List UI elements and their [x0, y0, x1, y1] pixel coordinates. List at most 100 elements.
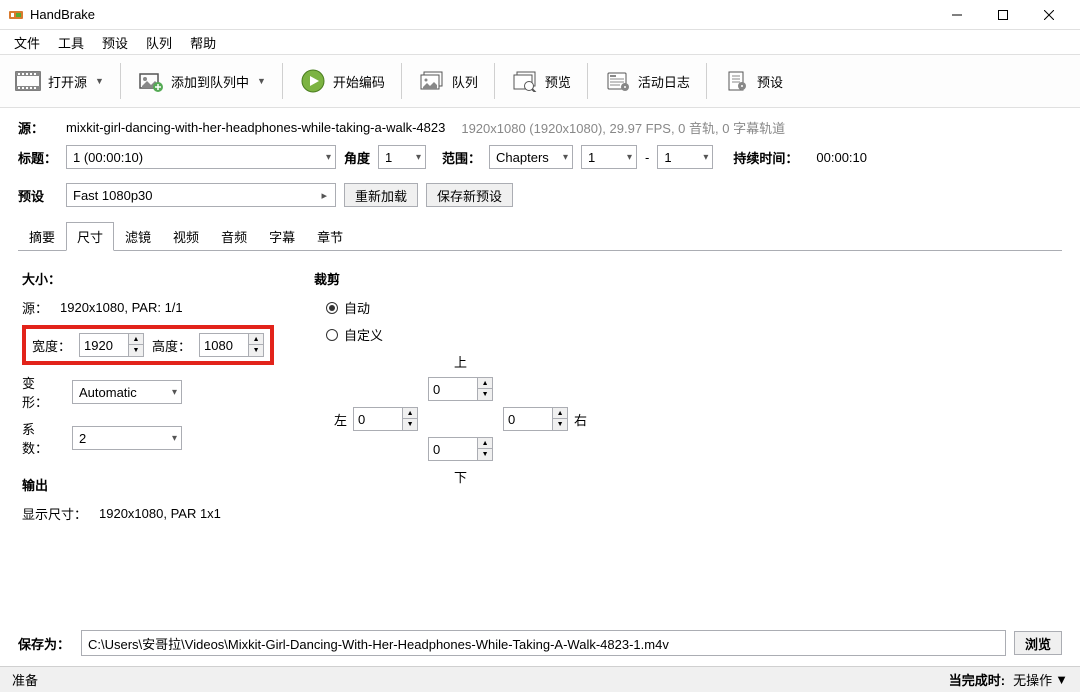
crop-top-input[interactable]: [428, 377, 478, 401]
start-encode-label: 开始编码: [333, 72, 385, 91]
menu-file[interactable]: 文件: [6, 31, 48, 54]
save-preset-button[interactable]: 保存新预设: [426, 183, 513, 207]
separator: [401, 63, 402, 99]
minimize-button[interactable]: [934, 0, 980, 30]
activity-log-label: 活动日志: [638, 72, 690, 91]
preset-row: 预设 Fast 1080p30 重新加载 保存新预设: [18, 183, 1062, 207]
chevron-down-icon: ▼: [95, 76, 104, 86]
add-to-queue-label: 添加到队列中: [171, 72, 249, 91]
close-button[interactable]: [1026, 0, 1072, 30]
crop-right-input[interactable]: [503, 407, 553, 431]
save-path-input[interactable]: [81, 630, 1006, 656]
crop-section: 裁剪: [314, 269, 587, 288]
height-spinner[interactable]: ▲▼: [199, 333, 264, 357]
crop-top-spinner[interactable]: ▲▼: [428, 377, 493, 401]
range-dash: -: [645, 150, 649, 165]
size-section: 大小：: [22, 269, 274, 288]
modulus-row: 系数： 2: [22, 419, 274, 457]
tab-audio[interactable]: 音频: [210, 222, 258, 251]
source-info: 1920x1080 (1920x1080), 29.97 FPS, 0 音轨, …: [461, 118, 785, 137]
height-label: 高度：: [152, 336, 191, 355]
chevron-down-icon[interactable]: ▼: [1055, 672, 1068, 687]
output-section: 输出: [22, 475, 274, 494]
start-encode-button[interactable]: 开始编码: [293, 63, 391, 99]
menu-presets[interactable]: 预设: [94, 31, 136, 54]
angle-select[interactable]: 1: [378, 145, 426, 169]
duration-value: 00:00:10: [816, 150, 867, 165]
reload-preset-button[interactable]: 重新加载: [344, 183, 418, 207]
display-size-label: 显示尺寸：: [22, 504, 87, 523]
width-input[interactable]: [79, 333, 129, 357]
maximize-button[interactable]: [980, 0, 1026, 30]
preset-label: 预设: [757, 72, 783, 91]
crop-bottom-input[interactable]: [428, 437, 478, 461]
crop-custom-radio[interactable]: 自定义: [326, 325, 587, 344]
add-to-queue-button[interactable]: 添加到队列中 ▼: [131, 63, 272, 99]
tab-bar: 摘要 尺寸 滤镜 视频 音频 字幕 章节: [18, 221, 1062, 251]
toolbar: 打开源 ▼ 添加到队列中 ▼ 开始编码 队列 预览 活动日志 预设: [0, 54, 1080, 108]
window-title: HandBrake: [30, 7, 934, 22]
spin-up-icon[interactable]: ▲: [129, 334, 143, 345]
open-source-button[interactable]: 打开源 ▼: [8, 63, 110, 99]
width-spinner[interactable]: ▲▼: [79, 333, 144, 357]
separator: [494, 63, 495, 99]
spin-up-icon[interactable]: ▲: [249, 334, 263, 345]
display-size-value: 1920x1080, PAR 1x1: [99, 506, 221, 521]
tab-filters[interactable]: 滤镜: [114, 222, 162, 251]
title-row: 标题： 1 (00:00:10) 角度 1 范围： Chapters 1 - 1…: [18, 145, 1062, 169]
tab-summary[interactable]: 摘要: [18, 222, 66, 251]
queue-button[interactable]: 队列: [412, 63, 484, 99]
height-input[interactable]: [199, 333, 249, 357]
preview-icon: [511, 67, 539, 95]
queue-label: 队列: [452, 72, 478, 91]
app-icon: [8, 7, 24, 23]
anamorphic-label: 变形：: [22, 373, 60, 411]
crop-column: 裁剪 自动 自定义 上 ▲▼ 左 ▲▼ ▲▼: [314, 269, 587, 610]
modulus-select[interactable]: 2: [72, 426, 182, 450]
range-type-select[interactable]: Chapters: [489, 145, 573, 169]
anamorphic-row: 变形： Automatic: [22, 373, 274, 411]
save-row: 保存为： 浏览: [0, 624, 1080, 666]
menu-help[interactable]: 帮助: [182, 31, 224, 54]
browse-button[interactable]: 浏览: [1014, 631, 1062, 655]
queue-icon: [418, 67, 446, 95]
preset-button[interactable]: 预设: [717, 63, 789, 99]
crop-right-spinner[interactable]: ▲▼: [503, 407, 568, 431]
radio-dot-icon: [326, 302, 338, 314]
width-label: 宽度：: [32, 336, 71, 355]
tab-chapters[interactable]: 章节: [306, 222, 354, 251]
crop-left-label: 左: [334, 410, 347, 429]
modulus-label: 系数：: [22, 419, 60, 457]
separator: [587, 63, 588, 99]
crop-left-spinner[interactable]: ▲▼: [353, 407, 418, 431]
tab-subtitles[interactable]: 字幕: [258, 222, 306, 251]
range-to-select[interactable]: 1: [657, 145, 713, 169]
spin-down-icon[interactable]: ▼: [129, 345, 143, 356]
separator: [706, 63, 707, 99]
spin-down-icon[interactable]: ▼: [249, 345, 263, 356]
display-size-row: 显示尺寸： 1920x1080, PAR 1x1: [22, 504, 274, 523]
tab-video[interactable]: 视频: [162, 222, 210, 251]
menu-queue[interactable]: 队列: [138, 31, 180, 54]
preset-select[interactable]: Fast 1080p30: [66, 183, 336, 207]
radio-dot-icon: [326, 329, 338, 341]
size-column: 大小： 源： 1920x1080, PAR: 1/1 宽度： ▲▼ 高度： ▲▼…: [22, 269, 274, 610]
crop-bottom-spinner[interactable]: ▲▼: [428, 437, 493, 461]
log-icon: [604, 67, 632, 95]
crop-left-input[interactable]: [353, 407, 403, 431]
status-bar: 准备 当完成时: 无操作 ▼: [0, 666, 1080, 692]
menu-tools[interactable]: 工具: [50, 31, 92, 54]
preset-icon: [723, 67, 751, 95]
anamorphic-select[interactable]: Automatic: [72, 380, 182, 404]
activity-log-button[interactable]: 活动日志: [598, 63, 696, 99]
preview-button[interactable]: 预览: [505, 63, 577, 99]
title-label: 标题：: [18, 148, 58, 167]
done-action[interactable]: 无操作: [1013, 670, 1052, 689]
title-select[interactable]: 1 (00:00:10): [66, 145, 336, 169]
crop-top-label: 上: [454, 352, 467, 371]
separator: [282, 63, 283, 99]
range-from-select[interactable]: 1: [581, 145, 637, 169]
status-text: 准备: [12, 670, 38, 689]
tab-dimensions[interactable]: 尺寸: [66, 222, 114, 251]
crop-auto-radio[interactable]: 自动: [326, 298, 587, 317]
